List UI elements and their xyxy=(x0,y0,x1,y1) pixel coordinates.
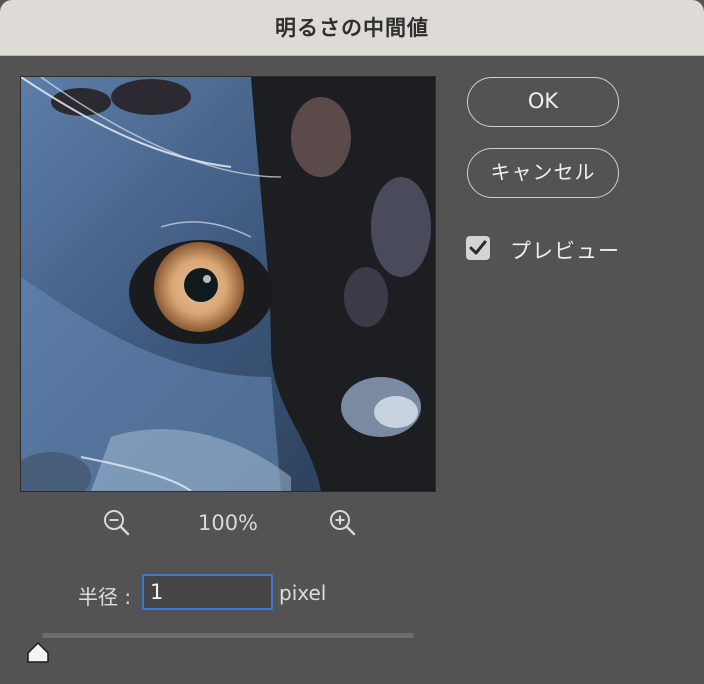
radius-unit-label: pixel xyxy=(279,581,327,605)
ok-button[interactable]: OK xyxy=(467,77,619,127)
radius-slider-track[interactable] xyxy=(42,633,414,638)
dialog-title: 明るさの中間値 xyxy=(275,16,429,40)
radius-slider-thumb[interactable] xyxy=(25,640,51,666)
filter-preview-image[interactable] xyxy=(21,77,435,491)
zoom-in-icon[interactable] xyxy=(327,507,359,539)
preview-checkbox-row[interactable]: プレビュー xyxy=(466,234,666,264)
leopard-eye-closeup-image xyxy=(21,77,435,491)
radius-label: 半径 : xyxy=(78,585,132,609)
title-bar[interactable]: 明るさの中間値 xyxy=(0,0,704,56)
zoom-out-icon[interactable] xyxy=(101,507,133,539)
zoom-controls: 100% xyxy=(21,505,435,541)
zoom-level-label: 100% xyxy=(197,511,259,535)
preview-checkbox[interactable] xyxy=(466,236,490,260)
median-filter-dialog: 明るさの中間値 100% 半径: 1 pixel OK キャンセル プレビュー xyxy=(0,0,704,684)
cancel-button[interactable]: キャンセル xyxy=(467,148,619,198)
preview-label: プレビュー xyxy=(510,239,620,263)
radius-input[interactable] xyxy=(142,574,273,610)
radius-row: 半径 : pixel xyxy=(0,573,704,613)
checkmark-icon xyxy=(469,240,487,255)
